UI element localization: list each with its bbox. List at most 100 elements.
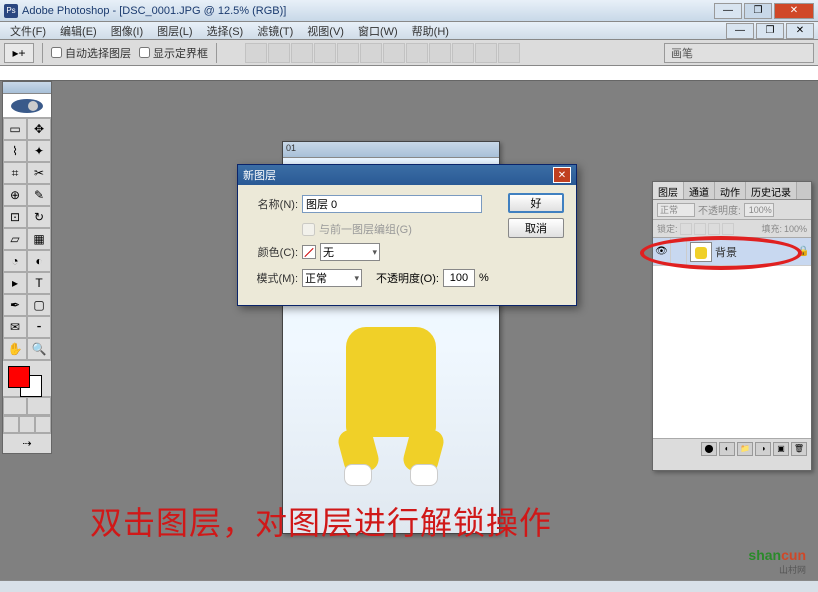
screen-mode-2[interactable] (19, 416, 35, 433)
jump-to-button[interactable]: ⇢ (3, 433, 51, 453)
auto-select-checkbox[interactable]: 自动选择图层 (51, 45, 131, 61)
crop-tool[interactable]: ⌗ (3, 162, 27, 184)
opacity-label: 不透明度(O): (376, 270, 439, 286)
blur-tool[interactable]: ◔ (3, 250, 27, 272)
menu-window[interactable]: 窗口(W) (352, 22, 404, 40)
layer-name[interactable]: 背景 (715, 244, 797, 260)
menu-file[interactable]: 文件(F) (4, 22, 52, 40)
lock-all-icon[interactable] (722, 223, 734, 235)
adjustment-layer-button[interactable]: ◑ (755, 442, 771, 456)
menu-bar: 文件(F) 编辑(E) 图像(I) 图层(L) 选择(S) 滤镜(T) 视图(V… (0, 22, 818, 40)
align-icon[interactable] (475, 43, 497, 63)
standard-mode[interactable] (3, 397, 27, 415)
tab-channels[interactable]: 通道 (684, 182, 715, 199)
color-select[interactable]: 无 (320, 243, 380, 261)
align-icon[interactable] (452, 43, 474, 63)
lasso-tool[interactable]: ⌇ (3, 140, 27, 162)
color-swatch-none-icon (302, 245, 316, 259)
doc-close-button[interactable]: ✕ (786, 23, 814, 39)
foreground-color[interactable] (8, 366, 30, 388)
move-tool[interactable]: ✥ (27, 118, 51, 140)
lock-transparency-icon[interactable] (680, 223, 692, 235)
menu-help[interactable]: 帮助(H) (406, 22, 455, 40)
layer-thumbnail[interactable] (690, 242, 712, 262)
notes-tool[interactable]: ✉ (3, 316, 27, 338)
doc-restore-button[interactable]: ❐ (756, 23, 784, 39)
screen-mode-1[interactable] (3, 416, 19, 433)
auto-select-input[interactable] (51, 47, 62, 58)
mode-select[interactable]: 正常 (302, 269, 362, 287)
delete-layer-button[interactable]: 🗑 (791, 442, 807, 456)
stamp-tool[interactable]: ⊡ (3, 206, 27, 228)
document-titlebar[interactable]: 01 (283, 142, 499, 158)
menu-image[interactable]: 图像(I) (105, 22, 149, 40)
align-icon[interactable] (429, 43, 451, 63)
palette-well[interactable]: 画笔 (664, 43, 814, 63)
menu-edit[interactable]: 编辑(E) (54, 22, 103, 40)
heal-tool[interactable]: ⊕ (3, 184, 27, 206)
tab-layers[interactable]: 图层 (653, 182, 684, 199)
current-tool-icon[interactable]: ▸+ (4, 43, 34, 63)
layer-row[interactable]: 👁 背景 🔒 (653, 238, 811, 266)
align-icon[interactable] (383, 43, 405, 63)
ok-button[interactable]: 好 (508, 193, 564, 213)
tab-actions[interactable]: 动作 (715, 182, 746, 199)
marquee-tool[interactable]: ▭ (3, 118, 27, 140)
opacity-value[interactable]: 100% (744, 203, 774, 217)
wand-tool[interactable]: ✦ (27, 140, 51, 162)
layer-blend-row: 正常 不透明度: 100% (653, 200, 811, 220)
hand-tool[interactable]: ✋ (3, 338, 27, 360)
menu-filter[interactable]: 滤镜(T) (251, 22, 299, 40)
maximize-button[interactable]: ❐ (744, 3, 772, 19)
opacity-input[interactable]: 100 (443, 269, 475, 287)
shape-tool[interactable]: ▢ (27, 294, 51, 316)
path-tool[interactable]: ▸ (3, 272, 27, 294)
align-icon[interactable] (360, 43, 382, 63)
type-tool[interactable]: T (27, 272, 51, 294)
brush-tool[interactable]: ✎ (27, 184, 51, 206)
minimize-button[interactable]: — (714, 3, 742, 19)
align-icon[interactable] (406, 43, 428, 63)
lock-pixels-icon[interactable] (694, 223, 706, 235)
show-bounds-label: 显示定界框 (153, 45, 208, 61)
blend-mode-select[interactable]: 正常 (657, 203, 695, 217)
eyedropper-tool[interactable]: ⁃ (27, 316, 51, 338)
dialog-titlebar[interactable]: 新图层 ✕ (238, 165, 576, 185)
toolbox-header[interactable] (3, 82, 51, 94)
eraser-tool[interactable]: ▱ (3, 228, 27, 250)
show-bounds-input[interactable] (139, 47, 150, 58)
align-icon[interactable] (291, 43, 313, 63)
pen-tool[interactable]: ✒ (3, 294, 27, 316)
layer-name-input[interactable] (302, 195, 482, 213)
name-label: 名称(N): (250, 196, 298, 212)
layer-link-cell[interactable] (671, 238, 687, 265)
show-bounds-checkbox[interactable]: 显示定界框 (139, 45, 208, 61)
new-layer-button[interactable]: ▣ (773, 442, 789, 456)
zoom-tool[interactable]: 🔍 (27, 338, 51, 360)
align-icon[interactable] (314, 43, 336, 63)
layer-mask-button[interactable]: ◐ (719, 442, 735, 456)
fill-value[interactable]: 100% (784, 224, 807, 234)
align-icon[interactable] (337, 43, 359, 63)
quickmask-mode[interactable] (27, 397, 51, 415)
lock-position-icon[interactable] (708, 223, 720, 235)
align-icon[interactable] (245, 43, 267, 63)
align-icon[interactable] (498, 43, 520, 63)
doc-minimize-button[interactable]: — (726, 23, 754, 39)
history-brush-tool[interactable]: ↻ (27, 206, 51, 228)
slice-tool[interactable]: ✂ (27, 162, 51, 184)
cancel-button[interactable]: 取消 (508, 218, 564, 238)
tab-history[interactable]: 历史记录 (746, 182, 797, 199)
menu-select[interactable]: 选择(S) (201, 22, 250, 40)
gradient-tool[interactable]: ▦ (27, 228, 51, 250)
layer-style-button[interactable]: ⬤ (701, 442, 717, 456)
menu-view[interactable]: 视图(V) (301, 22, 350, 40)
screen-mode-3[interactable] (35, 416, 51, 433)
layer-set-button[interactable]: 📁 (737, 442, 753, 456)
dialog-close-button[interactable]: ✕ (553, 167, 571, 183)
visibility-toggle-icon[interactable]: 👁 (653, 238, 671, 265)
dodge-tool[interactable]: ◐ (27, 250, 51, 272)
align-icon[interactable] (268, 43, 290, 63)
menu-layer[interactable]: 图层(L) (151, 22, 198, 40)
close-button[interactable]: ✕ (774, 3, 814, 19)
